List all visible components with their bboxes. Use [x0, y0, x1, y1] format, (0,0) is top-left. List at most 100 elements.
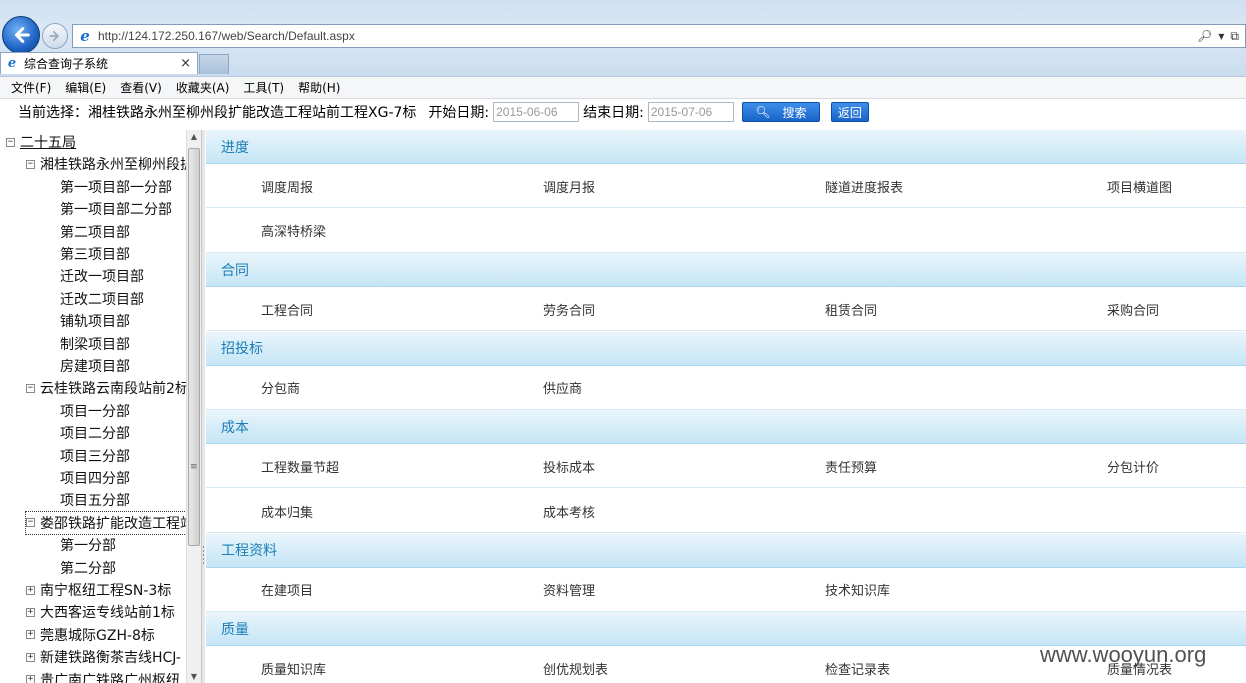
module-link[interactable]: 工程合同: [261, 287, 313, 331]
scrollbar-thumb[interactable]: [188, 148, 200, 546]
pane-splitter[interactable]: · · · · ·: [201, 130, 205, 683]
module-link[interactable]: 责任预算: [825, 444, 877, 488]
expand-icon[interactable]: +: [26, 630, 35, 640]
collapse-icon[interactable]: −: [26, 518, 35, 528]
menu-tools[interactable]: 工具(T): [236, 79, 291, 96]
tree-scrollbar[interactable]: ▲ ≡ ▼: [186, 130, 201, 683]
module-link[interactable]: 成本归集: [261, 489, 313, 533]
tree-node-label[interactable]: 二十五局: [20, 132, 76, 152]
module-link[interactable]: 租赁合同: [825, 287, 877, 331]
tree-node[interactable]: − 云桂铁路云南段站前2标: [26, 377, 186, 399]
tree-node-label[interactable]: 第一项目部二分部: [60, 199, 172, 219]
menu-help[interactable]: 帮助(H): [291, 79, 347, 96]
tree-node-label[interactable]: 第一分部: [60, 535, 116, 555]
tree-node[interactable]: 迁改一项目部: [60, 265, 144, 287]
tree-node-label[interactable]: 项目二分部: [60, 423, 130, 443]
module-link[interactable]: 项目横道图: [1107, 164, 1172, 208]
module-link[interactable]: 创优规划表: [543, 646, 608, 683]
tree-node[interactable]: + 贵广南广铁路广州枢纽: [26, 669, 180, 683]
collapse-icon[interactable]: −: [26, 383, 35, 393]
expand-icon[interactable]: +: [26, 652, 35, 662]
tree-node-label[interactable]: 迁改一项目部: [60, 266, 144, 286]
tree-node[interactable]: + 莞惠城际GZH-8标: [26, 624, 155, 646]
tree-node-label[interactable]: 南宁枢纽工程SN-3标: [40, 580, 171, 600]
tree-node[interactable]: + 大西客运专线站前1标: [26, 601, 175, 623]
tree-node[interactable]: 项目五分部: [60, 489, 130, 511]
collapse-icon[interactable]: −: [26, 159, 35, 169]
module-link[interactable]: 调度周报: [261, 164, 313, 208]
scroll-up-icon[interactable]: ▲: [189, 132, 199, 141]
back-return-button[interactable]: 返回: [830, 102, 869, 122]
tree-node[interactable]: 项目三分部: [60, 445, 130, 467]
tree-node[interactable]: 项目二分部: [60, 422, 130, 444]
module-link[interactable]: 成本考核: [543, 489, 595, 533]
module-link[interactable]: 技术知识库: [825, 568, 890, 612]
module-link[interactable]: 调度月报: [543, 164, 595, 208]
module-link[interactable]: 检查记录表: [825, 646, 890, 683]
tree-node-label[interactable]: 云桂铁路云南段站前2标: [40, 378, 186, 398]
tree-node-label[interactable]: 制梁项目部: [60, 334, 130, 354]
menu-edit[interactable]: 编辑(E): [58, 79, 113, 96]
tree-node[interactable]: 第一分部: [60, 534, 116, 556]
module-link[interactable]: 在建项目: [261, 568, 313, 612]
tree-node-label[interactable]: 新建铁路衡茶吉线HCJ-: [40, 647, 181, 667]
tree-node[interactable]: 第三项目部: [60, 243, 130, 265]
tree-node[interactable]: − 湘桂铁路永州至柳州段扩: [26, 153, 186, 175]
browser-tab[interactable]: e 综合查询子系统 ×: [0, 52, 198, 74]
tree-node[interactable]: 制梁项目部: [60, 333, 130, 355]
menu-favorites[interactable]: 收藏夹(A): [169, 79, 237, 96]
tree-node[interactable]: 项目一分部: [60, 400, 130, 422]
module-link[interactable]: 供应商: [543, 366, 582, 410]
tree-node-label[interactable]: 大西客运专线站前1标: [40, 602, 175, 622]
search-button[interactable]: 🔍︎ 搜索: [741, 102, 820, 122]
tree-node[interactable]: 第一项目部二分部: [60, 198, 172, 220]
back-button[interactable]: [2, 16, 40, 54]
tree-node[interactable]: 铺轨项目部: [60, 310, 130, 332]
forward-button[interactable]: [42, 23, 68, 49]
tree-node-label[interactable]: 铺轨项目部: [60, 311, 130, 331]
tree-node-label[interactable]: 第二分部: [60, 558, 116, 578]
tree-node-label[interactable]: 项目三分部: [60, 446, 130, 466]
tree-node[interactable]: + 南宁枢纽工程SN-3标: [26, 579, 171, 601]
module-link[interactable]: 采购合同: [1107, 287, 1159, 331]
scroll-down-icon[interactable]: ▼: [189, 672, 199, 681]
module-link[interactable]: 工程数量节超: [261, 444, 339, 488]
tree-node[interactable]: 项目四分部: [60, 467, 130, 489]
compat-view-icon[interactable]: ⧉: [1230, 29, 1239, 44]
tree-node[interactable]: + 新建铁路衡茶吉线HCJ-: [26, 646, 181, 668]
expand-icon[interactable]: +: [26, 675, 35, 683]
tree-node[interactable]: 第二项目部: [60, 221, 130, 243]
tree-node-label[interactable]: 第二项目部: [60, 222, 130, 242]
tree-node[interactable]: 房建项目部: [60, 355, 130, 377]
tree-node-label[interactable]: 房建项目部: [60, 356, 130, 376]
tree-node-label[interactable]: 项目五分部: [60, 490, 130, 510]
module-link[interactable]: 资料管理: [543, 568, 595, 612]
tree-node-label[interactable]: 第一项目部一分部: [60, 177, 172, 197]
dropdown-icon[interactable]: ▾: [1218, 29, 1224, 43]
module-link[interactable]: 投标成本: [543, 444, 595, 488]
new-tab-button[interactable]: [199, 54, 229, 74]
tree-node-label[interactable]: 莞惠城际GZH-8标: [40, 625, 155, 645]
close-icon[interactable]: ×: [180, 56, 191, 71]
collapse-icon[interactable]: −: [6, 137, 15, 147]
address-bar[interactable]: e http://124.172.250.167/web/Search/Defa…: [72, 24, 1246, 48]
address-url[interactable]: http://124.172.250.167/web/Search/Defaul…: [98, 29, 355, 43]
module-link[interactable]: 分包商: [261, 366, 300, 410]
tree-node-label[interactable]: 项目四分部: [60, 468, 130, 488]
end-date-input[interactable]: [647, 102, 734, 122]
tree-node[interactable]: 第二分部: [60, 557, 116, 579]
tree-node[interactable]: 第一项目部一分部: [60, 176, 172, 198]
search-icon[interactable]: 🔎︎: [1197, 29, 1212, 43]
start-date-input[interactable]: [493, 102, 580, 122]
tree-node[interactable]: 迁改二项目部: [60, 288, 144, 310]
tree-node-label[interactable]: 项目一分部: [60, 401, 130, 421]
tree-node-label[interactable]: 湘桂铁路永州至柳州段扩: [40, 154, 186, 174]
expand-icon[interactable]: +: [26, 607, 35, 617]
menu-view[interactable]: 查看(V): [113, 79, 169, 96]
module-link[interactable]: 隧道进度报表: [825, 164, 903, 208]
menu-file[interactable]: 文件(F): [4, 79, 58, 96]
module-link[interactable]: 劳务合同: [543, 287, 595, 331]
module-link[interactable]: 质量知识库: [261, 646, 326, 683]
tree-node-label[interactable]: 第三项目部: [60, 244, 130, 264]
module-link[interactable]: 高深特桥梁: [261, 209, 326, 253]
